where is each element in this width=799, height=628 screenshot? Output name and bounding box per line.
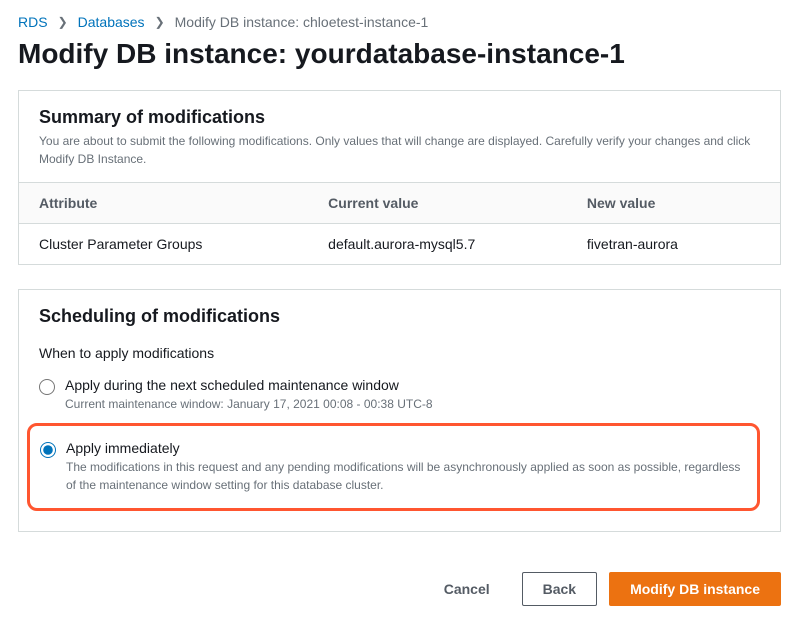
summary-desc: You are about to submit the following mo… — [39, 132, 760, 168]
option-scheduled-sub: Current maintenance window: January 17, … — [65, 395, 760, 413]
option-scheduled-label: Apply during the next scheduled maintena… — [65, 377, 760, 393]
option-apply-immediately[interactable]: Apply immediately The modifications in t… — [40, 434, 747, 500]
scheduling-panel: Scheduling of modifications When to appl… — [18, 289, 781, 532]
modify-db-instance-button[interactable]: Modify DB instance — [609, 572, 781, 606]
col-new-value: New value — [567, 183, 780, 224]
option-immediate-label: Apply immediately — [66, 440, 747, 456]
cell-attribute: Cluster Parameter Groups — [19, 224, 308, 265]
action-bar: Cancel Back Modify DB instance — [18, 556, 781, 606]
col-current-value: Current value — [308, 183, 567, 224]
option-immediate-sub: The modifications in this request and an… — [66, 458, 747, 494]
breadcrumb: RDS ❯ Databases ❯ Modify DB instance: ch… — [18, 14, 781, 30]
radio-scheduled[interactable] — [39, 379, 55, 395]
summary-table: Attribute Current value New value Cluste… — [19, 182, 780, 264]
option-scheduled-maintenance[interactable]: Apply during the next scheduled maintena… — [39, 371, 760, 419]
cell-new: fivetran-aurora — [567, 224, 780, 265]
summary-panel: Summary of modifications You are about t… — [18, 90, 781, 265]
back-button[interactable]: Back — [522, 572, 597, 606]
chevron-right-icon: ❯ — [155, 15, 165, 29]
cell-current: default.aurora-mysql5.7 — [308, 224, 567, 265]
schedule-question: When to apply modifications — [39, 345, 760, 361]
cancel-button[interactable]: Cancel — [424, 573, 510, 605]
breadcrumb-rds[interactable]: RDS — [18, 14, 48, 30]
scheduling-title: Scheduling of modifications — [39, 306, 760, 327]
highlight-annotation: Apply immediately The modifications in t… — [27, 423, 760, 511]
col-attribute: Attribute — [19, 183, 308, 224]
table-row: Cluster Parameter Groups default.aurora-… — [19, 224, 780, 265]
summary-title: Summary of modifications — [39, 107, 760, 128]
breadcrumb-current: Modify DB instance: chloetest-instance-1 — [175, 14, 429, 30]
page-title: Modify DB instance: yourdatabase-instanc… — [18, 38, 781, 70]
chevron-right-icon: ❯ — [58, 15, 68, 29]
breadcrumb-databases[interactable]: Databases — [78, 14, 145, 30]
radio-immediate[interactable] — [40, 442, 56, 458]
